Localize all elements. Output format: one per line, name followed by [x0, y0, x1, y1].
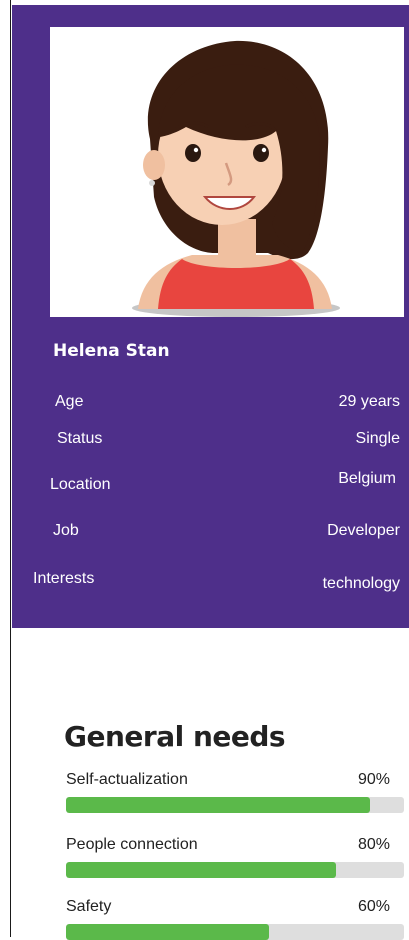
general-needs-title: General needs: [64, 720, 286, 753]
progress-fill: [66, 862, 337, 878]
woman-avatar-icon: [132, 40, 340, 317]
status-label: Status: [57, 430, 103, 447]
progress-track: [66, 862, 404, 878]
need-label: Safety: [66, 898, 112, 915]
profile-card: Helena Stan Age 29 years Status Single L…: [12, 5, 409, 628]
status-value: Single: [355, 430, 400, 447]
need-percent: 80%: [357, 836, 390, 853]
progress-fill: [66, 924, 269, 940]
job-label: Job: [53, 522, 79, 539]
need-percent: 90%: [357, 771, 390, 788]
age-label: Age: [55, 393, 84, 410]
left-border: [10, 0, 11, 937]
location-label: Location: [50, 476, 111, 493]
interests-value: technology: [322, 575, 400, 592]
need-label: Self-actualization: [66, 771, 188, 788]
profile-photo: [50, 27, 404, 317]
interests-label: Interests: [33, 570, 95, 587]
progress-fill: [66, 797, 371, 813]
age-value: 29 years: [338, 393, 400, 410]
need-label: People connection: [66, 836, 198, 853]
need-percent: 60%: [357, 898, 390, 915]
job-value: Developer: [327, 522, 400, 539]
profile-name: Helena Stan: [53, 341, 170, 361]
progress-track: [66, 797, 404, 813]
progress-track: [66, 924, 404, 940]
location-value: Belgium: [338, 470, 396, 487]
